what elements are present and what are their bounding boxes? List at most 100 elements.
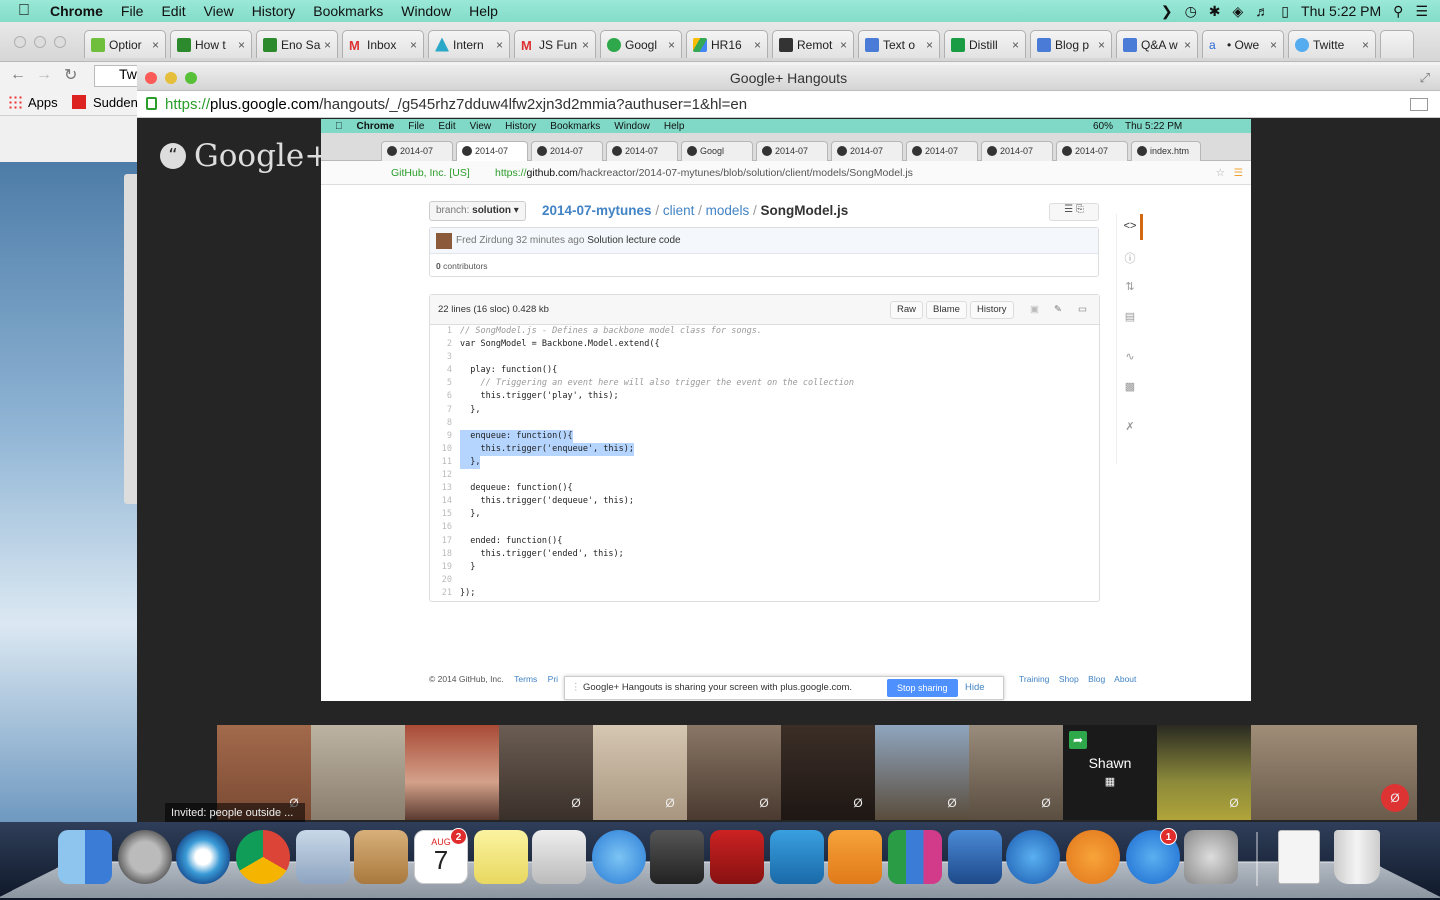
tab-close-icon[interactable]: × [1362,38,1369,52]
tab-close-icon[interactable]: × [496,38,503,52]
trash-icon[interactable] [1334,830,1380,884]
chrome-icon[interactable] [236,830,290,884]
volume-icon[interactable]: ♬ [1255,3,1269,19]
fullscreen-icon[interactable]: ⤢ [1420,65,1430,91]
maps-icon[interactable] [532,830,586,884]
stop-sharing-button[interactable]: Stop sharing [887,679,958,697]
participant-video-self[interactable]: Ø [1251,725,1417,820]
apple-menu-icon[interactable]:  [18,2,30,20]
browser-tab[interactable]: Distill × [944,30,1026,58]
tab-close-icon[interactable]: × [582,38,589,52]
system-preferences-icon[interactable] [1184,830,1238,884]
iphoto-icon[interactable] [770,830,824,884]
bookmark-apps[interactable]: Apps [28,95,58,110]
background-address-bar[interactable]: Tw [94,65,138,87]
photo-booth-icon[interactable] [710,830,764,884]
stickies-icon[interactable] [474,830,528,884]
menu-bookmarks[interactable]: Bookmarks [313,3,383,19]
menu-view[interactable]: View [204,3,234,19]
close-window-button[interactable] [145,72,157,84]
browser-tab[interactable]: a • Owe × [1202,30,1284,58]
browser-tab[interactable]: Optior × [84,30,166,58]
spotlight-search-icon[interactable]: ⚲ [1393,3,1403,20]
drag-handle-icon[interactable]: ⋮ [571,677,581,699]
participant-video[interactable]: Ø [593,725,687,820]
menu-edit[interactable]: Edit [161,3,185,19]
tab-close-icon[interactable]: × [1012,38,1019,52]
numbers-icon[interactable] [888,830,942,884]
itunes-icon[interactable] [1006,830,1060,884]
browser-tab[interactable]: Text o × [858,30,940,58]
apps-grid-icon[interactable] [8,95,22,109]
browser-tab[interactable]: Blog p × [1030,30,1112,58]
participant-shawn[interactable]: ➦ Shawn ▦ [1063,725,1157,820]
contacts-icon[interactable] [354,830,408,884]
browser-tab[interactable]: Twitte × [1288,30,1376,58]
browser-tab[interactable]: Intern × [428,30,510,58]
close-window-button[interactable] [14,36,26,48]
bluetooth-icon[interactable]: ✱ [1209,3,1221,20]
mic-muted-icon[interactable]: Ø [1381,784,1409,812]
menubar-clock[interactable]: Thu 5:22 PM [1301,3,1381,19]
time-machine-icon[interactable]: ◷ [1185,3,1197,20]
menu-window[interactable]: Window [401,3,451,19]
browser-tab[interactable]: M Inbox × [342,30,424,58]
ibooks-icon[interactable] [1066,830,1120,884]
menubar-app-name[interactable]: Chrome [50,3,103,19]
tab-close-icon[interactable]: × [754,38,761,52]
participant-video[interactable]: Ø [687,725,781,820]
browser-tab[interactable]: M JS Fun × [514,30,596,58]
tab-close-icon[interactable]: × [1184,38,1191,52]
browser-tab[interactable]: Remot × [772,30,854,58]
hide-share-notice-button[interactable]: Hide [965,677,985,699]
documents-stack-icon[interactable] [1278,830,1320,884]
participant-video[interactable]: Ø [969,725,1063,820]
back-arrow-icon[interactable]: ← [10,66,26,84]
new-tab-button[interactable] [1380,30,1414,58]
browser-tab[interactable]: HR16 × [686,30,768,58]
browser-tab[interactable]: How t × [170,30,252,58]
bookmark-item[interactable]: Suddenl [93,95,141,110]
notification-center-icon[interactable]: ☰ [1415,3,1428,20]
launchpad-icon[interactable] [118,830,172,884]
pages-icon[interactable] [828,830,882,884]
tab-close-icon[interactable]: × [324,38,331,52]
participant-video[interactable] [311,725,405,820]
tab-close-icon[interactable]: × [1270,38,1277,52]
participant-video[interactable]: Ø [499,725,593,820]
hangouts-status-icon[interactable]: ❯ [1161,3,1173,20]
participant-video[interactable]: Ø [781,725,875,820]
finder-icon[interactable] [58,830,112,884]
tab-close-icon[interactable]: × [668,38,675,52]
messages-icon[interactable] [592,830,646,884]
tab-close-icon[interactable]: × [152,38,159,52]
browser-tab[interactable]: Eno Sa × [256,30,338,58]
tab-close-icon[interactable]: × [238,38,245,52]
mail-icon[interactable] [296,830,350,884]
minimize-window-button[interactable] [165,72,177,84]
tab-close-icon[interactable]: × [410,38,417,52]
zoom-window-button[interactable] [54,36,66,48]
camera-icon[interactable] [1410,98,1428,111]
tab-close-icon[interactable]: × [1098,38,1105,52]
keynote-icon[interactable] [948,830,1002,884]
tab-close-icon[interactable]: × [840,38,847,52]
browser-tab[interactable]: Q&A w × [1116,30,1198,58]
tab-close-icon[interactable]: × [926,38,933,52]
browser-tab[interactable]: Googl × [600,30,682,58]
safari-icon[interactable] [176,830,230,884]
reload-icon[interactable]: ↻ [64,65,77,85]
forward-arrow-icon[interactable]: → [36,66,52,84]
menu-history[interactable]: History [252,3,296,19]
participant-video[interactable] [405,725,499,820]
participant-video[interactable]: Ø [1157,725,1251,820]
menu-help[interactable]: Help [469,3,498,19]
menu-file[interactable]: File [121,3,144,19]
facetime-icon[interactable] [650,830,704,884]
minimize-window-button[interactable] [34,36,46,48]
hangouts-url-bar[interactable]: https://plus.google.com/hangouts/_/g545r… [137,91,1440,118]
zoom-window-button[interactable] [185,72,197,84]
battery-icon[interactable]: ▯ [1281,3,1289,20]
participant-video[interactable]: Ø [875,725,969,820]
wifi-icon[interactable]: ◈ [1233,3,1244,20]
